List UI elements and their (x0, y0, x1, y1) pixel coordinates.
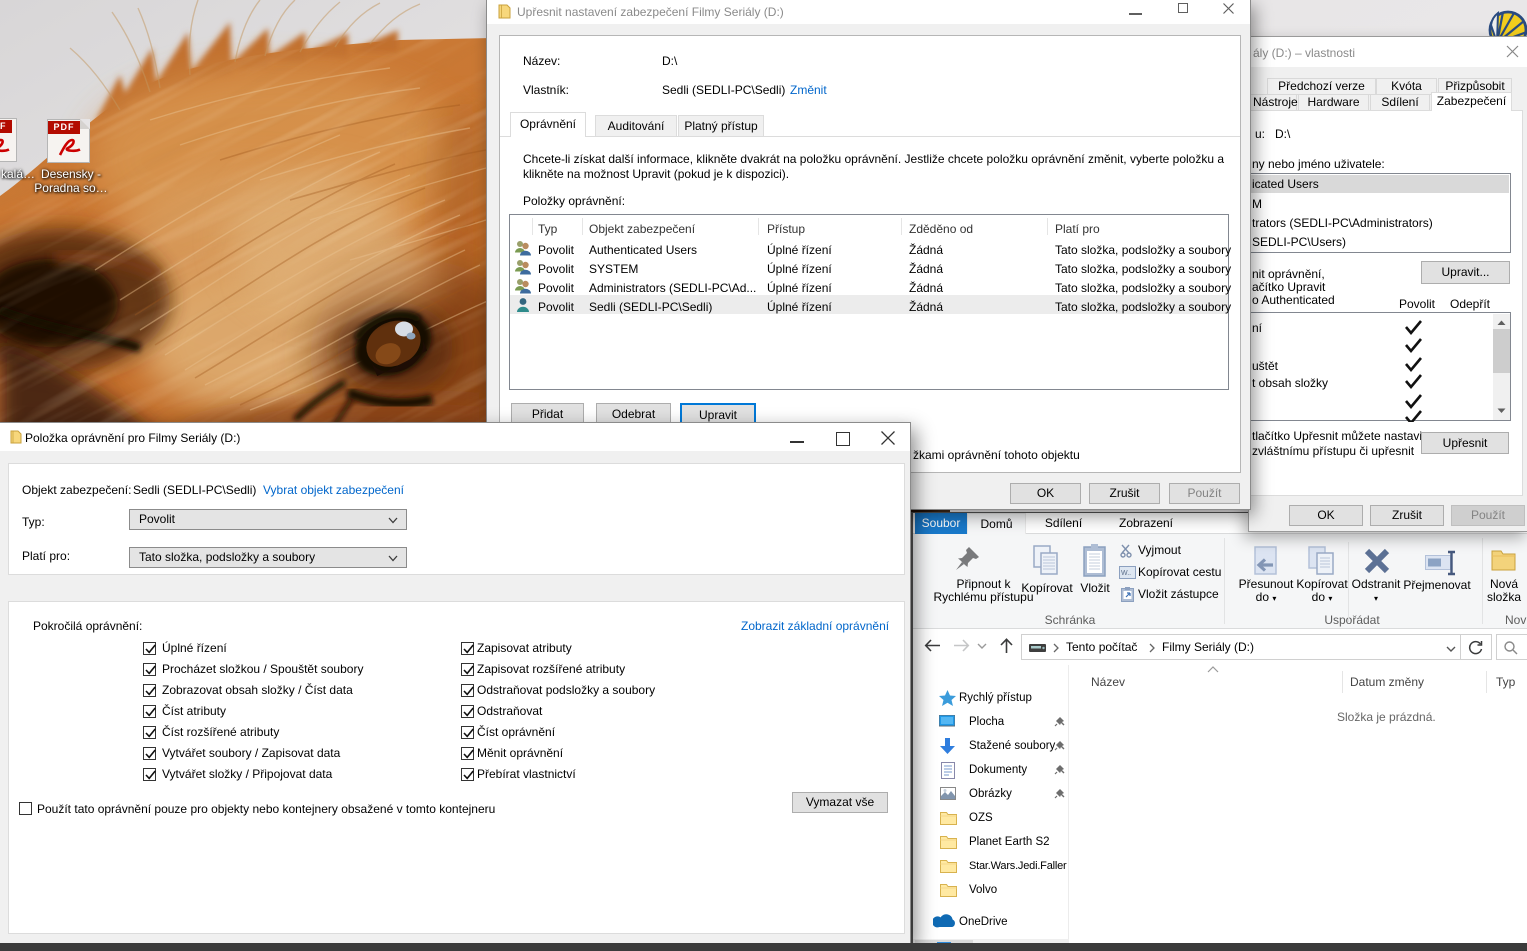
svg-text:W..: W.. (1121, 570, 1131, 577)
